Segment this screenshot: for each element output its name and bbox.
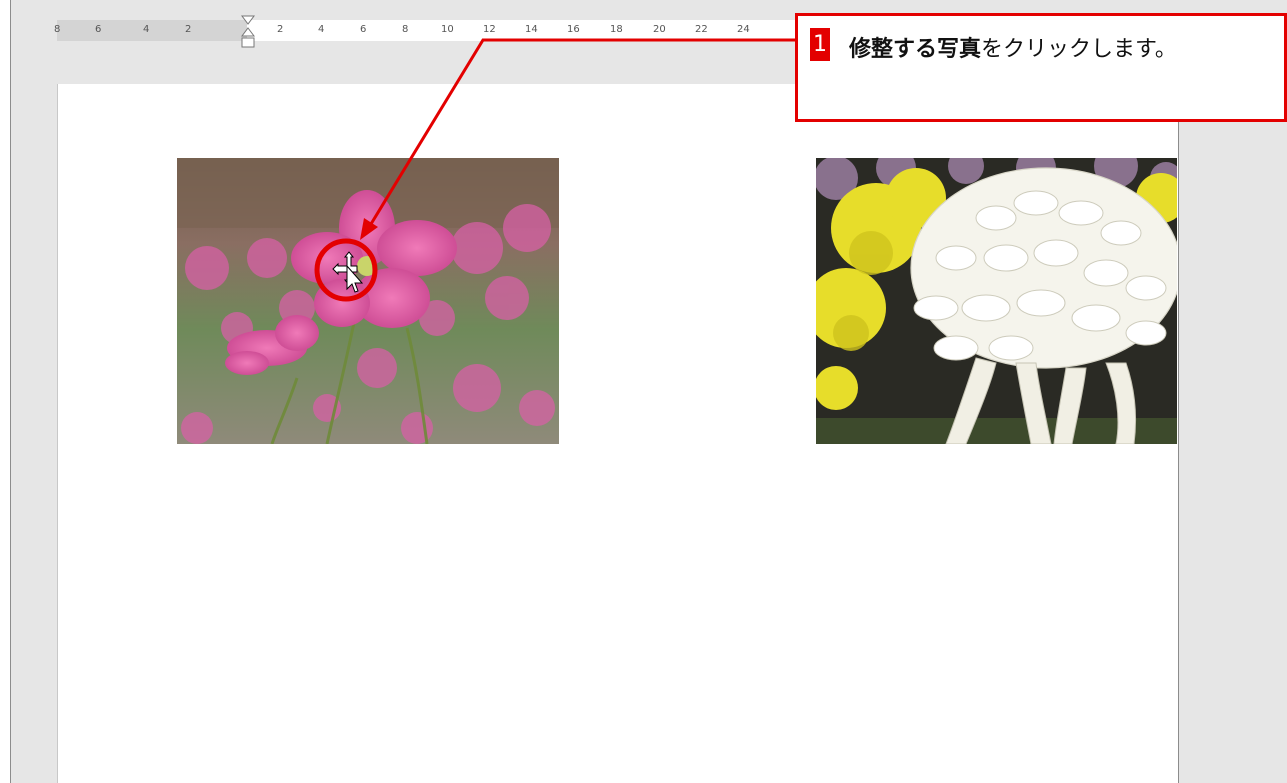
ruler-tick: 16	[567, 24, 580, 35]
ruler-margin-area	[57, 20, 247, 41]
pink-flowers-photo[interactable]	[177, 158, 559, 444]
ruler-tick: 10	[441, 24, 454, 35]
ruler-tick: 4	[318, 24, 325, 35]
instruction-rest-text: をクリックします。	[981, 37, 1177, 62]
chrysanthemum-photo[interactable]	[816, 158, 1177, 444]
pink-flowers-image	[177, 158, 559, 444]
ruler-tick: 4	[143, 24, 150, 35]
indent-marker-icon[interactable]	[240, 14, 256, 56]
instruction-callout: 1 修整する写真をクリックします。	[795, 13, 1287, 122]
step-number-badge: 1	[810, 28, 830, 61]
ruler-tick: 20	[653, 24, 666, 35]
chrysanthemum-image	[816, 158, 1177, 444]
ruler-tick: 2	[277, 24, 284, 35]
ruler-tick: 12	[483, 24, 496, 35]
instruction-bold-text: 修整する写真	[849, 37, 982, 62]
ruler-tick: 6	[360, 24, 367, 35]
ruler-tick: 6	[95, 24, 102, 35]
ruler-tick: 8	[54, 24, 61, 35]
ruler-tick: 24	[737, 24, 750, 35]
ruler-tick: 2	[185, 24, 192, 35]
ruler-tick: 8	[402, 24, 409, 35]
ruler-tick: 18	[610, 24, 623, 35]
ruler-tick: 22	[695, 24, 708, 35]
instruction-text: 修整する写真をクリックします。	[849, 31, 1177, 63]
ruler-tick: 14	[525, 24, 538, 35]
window-left-edge	[0, 0, 11, 783]
horizontal-ruler[interactable]: 8 6 4 2 2 4 6 8 10 12 14 16 18 20 22 24	[54, 15, 837, 48]
